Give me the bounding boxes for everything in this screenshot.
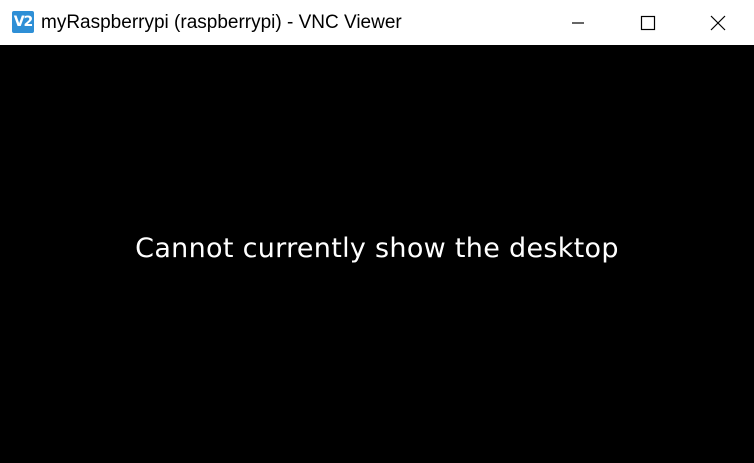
window-title: myRaspberrypi (raspberrypi) - VNC Viewer <box>41 12 402 33</box>
status-message: Cannot currently show the desktop <box>135 233 619 264</box>
remote-desktop-view[interactable]: Cannot currently show the desktop <box>0 45 754 463</box>
vnc-viewer-window: V2 myRaspberrypi (raspberrypi) - VNC Vie… <box>0 0 754 463</box>
close-icon <box>710 15 726 30</box>
maximize-icon <box>640 15 656 30</box>
minimize-icon <box>572 21 584 24</box>
maximize-button[interactable] <box>613 0 683 45</box>
vnc-viewer-app-icon[interactable]: V2 <box>12 11 34 33</box>
minimize-button[interactable] <box>543 0 613 45</box>
title-bar[interactable]: V2 myRaspberrypi (raspberrypi) - VNC Vie… <box>0 0 754 45</box>
close-button[interactable] <box>683 0 753 45</box>
